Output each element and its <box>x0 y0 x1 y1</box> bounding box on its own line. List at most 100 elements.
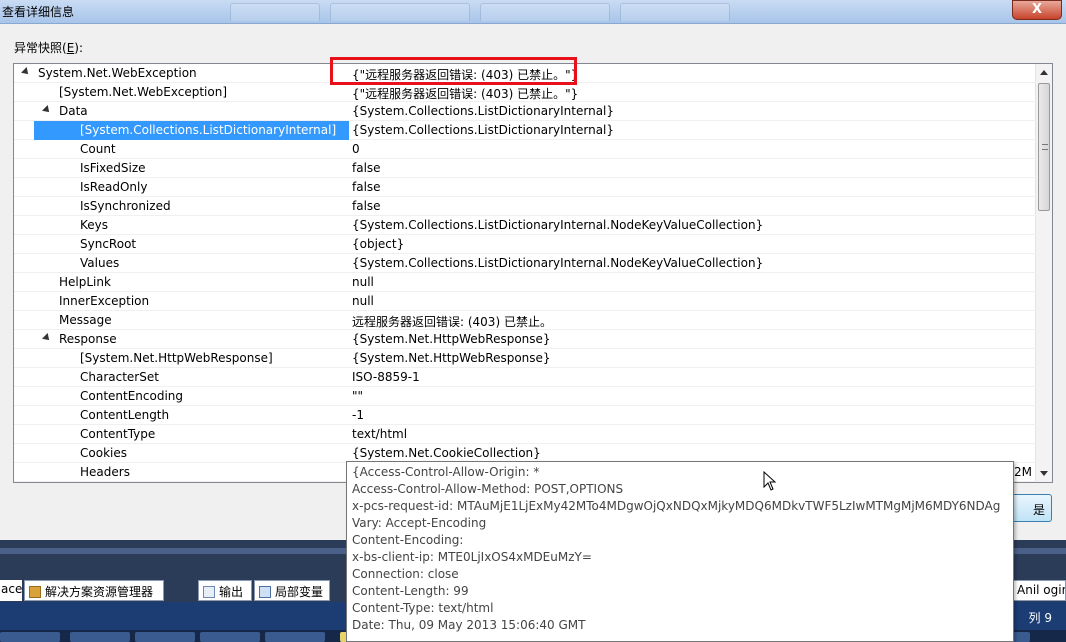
property-name: Headers <box>80 465 130 479</box>
property-row[interactable]: IsSynchronized false <box>14 197 1036 216</box>
expand-arrow-icon[interactable] <box>42 105 52 115</box>
tooltip-line: Access-Control-Allow-Method: POST,OPTION… <box>352 482 624 496</box>
property-name: IsSynchronized <box>80 199 171 213</box>
status-column: 列 9 <box>1028 611 1052 625</box>
property-row[interactable]: IsReadOnly false <box>14 178 1036 197</box>
property-value: {System.Collections.ListDictionaryIntern… <box>352 256 764 270</box>
tooltip-line: x-pcs-request-id: MTAuMjE1LjExMy42MTo4MD… <box>352 499 1001 513</box>
property-value: null <box>352 275 374 289</box>
tooltip-line: Connection: close <box>352 567 459 581</box>
property-value: ISO-8859-1 <box>352 370 420 384</box>
scroll-down-icon[interactable] <box>1040 471 1048 476</box>
property-name: Message <box>59 313 112 327</box>
tooltip-line: Date: Thu, 09 May 2013 15:06:40 GMT <box>352 618 586 632</box>
background-tab <box>230 3 320 21</box>
property-name: Cookies <box>80 446 127 460</box>
property-row[interactable]: [System.Net.HttpWebResponse] {System.Net.… <box>14 349 1036 368</box>
property-value: false <box>352 180 381 194</box>
property-row[interactable]: Values {System.Collections.ListDictionary… <box>14 254 1036 273</box>
property-row[interactable]: ContentLength -1 <box>14 406 1036 425</box>
output-icon <box>203 586 215 598</box>
property-name: IsReadOnly <box>80 180 148 194</box>
property-name: HelpLink <box>59 275 111 289</box>
property-row[interactable]: CharacterSet ISO-8859-1 <box>14 368 1036 387</box>
solution-icon <box>29 586 41 598</box>
property-value: 0 <box>352 142 360 156</box>
expand-arrow-icon[interactable] <box>21 67 31 77</box>
tab-solution-explorer[interactable]: 解决方案资源管理器 <box>24 580 164 601</box>
highlight-annotation <box>330 57 577 85</box>
property-row[interactable]: ContentType text/html <box>14 425 1036 444</box>
property-value: {System.Collections.ListDictionaryIntern… <box>352 104 615 118</box>
tooltip-line: Vary: Accept-Encoding <box>352 516 487 530</box>
background-tab <box>480 3 610 21</box>
exception-snapshot-label: 异常快照(E): <box>14 41 84 55</box>
close-button[interactable]: X <box>1012 0 1062 20</box>
tooltip-line: Content-Encoding: <box>352 533 464 547</box>
close-icon: X <box>1031 2 1043 17</box>
tab-right-partial[interactable]: Anil ogin <box>1012 580 1066 601</box>
property-name: Response <box>59 332 117 346</box>
scroll-up-icon[interactable] <box>1040 70 1048 75</box>
property-name: IsFixedSize <box>80 161 146 175</box>
property-value: 远程服务器返回错误: (403) 已禁止。 <box>352 315 552 329</box>
tooltip-line: Content-Type: text/html <box>352 601 494 615</box>
property-row[interactable]: ContentEncoding "" <box>14 387 1036 406</box>
property-row[interactable]: InnerException null <box>14 292 1036 311</box>
property-name: ContentLength <box>80 408 170 422</box>
property-value: -1 <box>352 408 364 422</box>
property-row[interactable]: Keys {System.Collections.ListDictionaryIn… <box>14 216 1036 235</box>
property-name: Values <box>80 256 120 270</box>
grip-icon <box>1042 144 1048 150</box>
property-row[interactable]: HelpLink null <box>14 273 1036 292</box>
property-value: null <box>352 294 374 308</box>
tooltip-line: x-bs-client-ip: MTE0LjIxOS4xMDEuMzY= <box>352 550 592 564</box>
expand-arrow-icon[interactable] <box>42 333 52 343</box>
background-tab <box>620 3 730 21</box>
property-name: Count <box>80 142 116 156</box>
property-value: 2M <box>1014 465 1032 479</box>
property-row[interactable]: Count 0 <box>14 140 1036 159</box>
property-name: ContentEncoding <box>80 389 184 403</box>
property-name: InnerException <box>59 294 150 308</box>
tooltip-line: Content-Length: 99 <box>352 584 469 598</box>
property-row[interactable]: Message 远程服务器返回错误: (403) 已禁止。 <box>14 311 1036 330</box>
property-row[interactable]: [System.Net.WebException] {"远程服务器返回错误: (4… <box>14 83 1036 102</box>
headers-tooltip: {Access-Control-Allow-Origin: * Access-Co… <box>346 461 1014 642</box>
property-value: text/html <box>352 427 408 441</box>
property-value: {System.Net.HttpWebResponse} <box>352 332 551 346</box>
property-value: {"远程服务器返回错误: (403) 已禁止。"} <box>352 87 579 101</box>
property-name: [System.Collections.ListDictionaryIntern… <box>78 123 343 137</box>
tab-prefix: ace <box>0 580 22 601</box>
property-row[interactable]: [System.Collections.ListDictionaryIntern… <box>14 121 1036 140</box>
property-name: SyncRoot <box>80 237 137 251</box>
property-name: ContentType <box>80 427 156 441</box>
tab-output[interactable]: 输出 <box>198 580 252 601</box>
property-value: {System.Collections.ListDictionaryIntern… <box>352 123 615 137</box>
tab-locals[interactable]: 局部变量 <box>254 580 330 601</box>
background-tab <box>330 3 470 21</box>
property-value: {System.Net.HttpWebResponse} <box>352 351 551 365</box>
property-value: false <box>352 161 381 175</box>
property-row[interactable]: Response {System.Net.HttpWebResponse} <box>14 330 1036 349</box>
property-row[interactable]: SyncRoot {object} <box>14 235 1036 254</box>
locals-icon <box>259 586 271 598</box>
property-row[interactable]: IsFixedSize false <box>14 159 1036 178</box>
mouse-cursor-icon <box>763 471 777 491</box>
property-row[interactable]: Data {System.Collections.ListDictionaryIn… <box>14 102 1036 121</box>
ok-button-label: 是 <box>1032 503 1045 517</box>
property-name: [System.Net.HttpWebResponse] <box>80 351 273 365</box>
window-title: 查看详细信息 <box>2 5 75 19</box>
property-value: {object} <box>352 237 405 251</box>
property-name: System.Net.WebException <box>38 66 197 80</box>
vertical-scrollbar[interactable] <box>1035 64 1052 482</box>
tooltip-line: {Access-Control-Allow-Origin: * <box>352 465 540 479</box>
exception-property-grid[interactable]: System.Net.WebException {"远程服务器返回错误: (403… <box>13 63 1053 483</box>
scrollbar-thumb[interactable] <box>1038 83 1050 211</box>
property-name: CharacterSet <box>80 370 159 384</box>
property-value: {System.Collections.ListDictionaryIntern… <box>352 218 764 232</box>
window-titlebar: 查看详细信息 X <box>0 0 1066 24</box>
property-value: {System.Net.CookieCollection} <box>352 446 541 460</box>
property-value: false <box>352 199 381 213</box>
property-name: Data <box>59 104 88 118</box>
